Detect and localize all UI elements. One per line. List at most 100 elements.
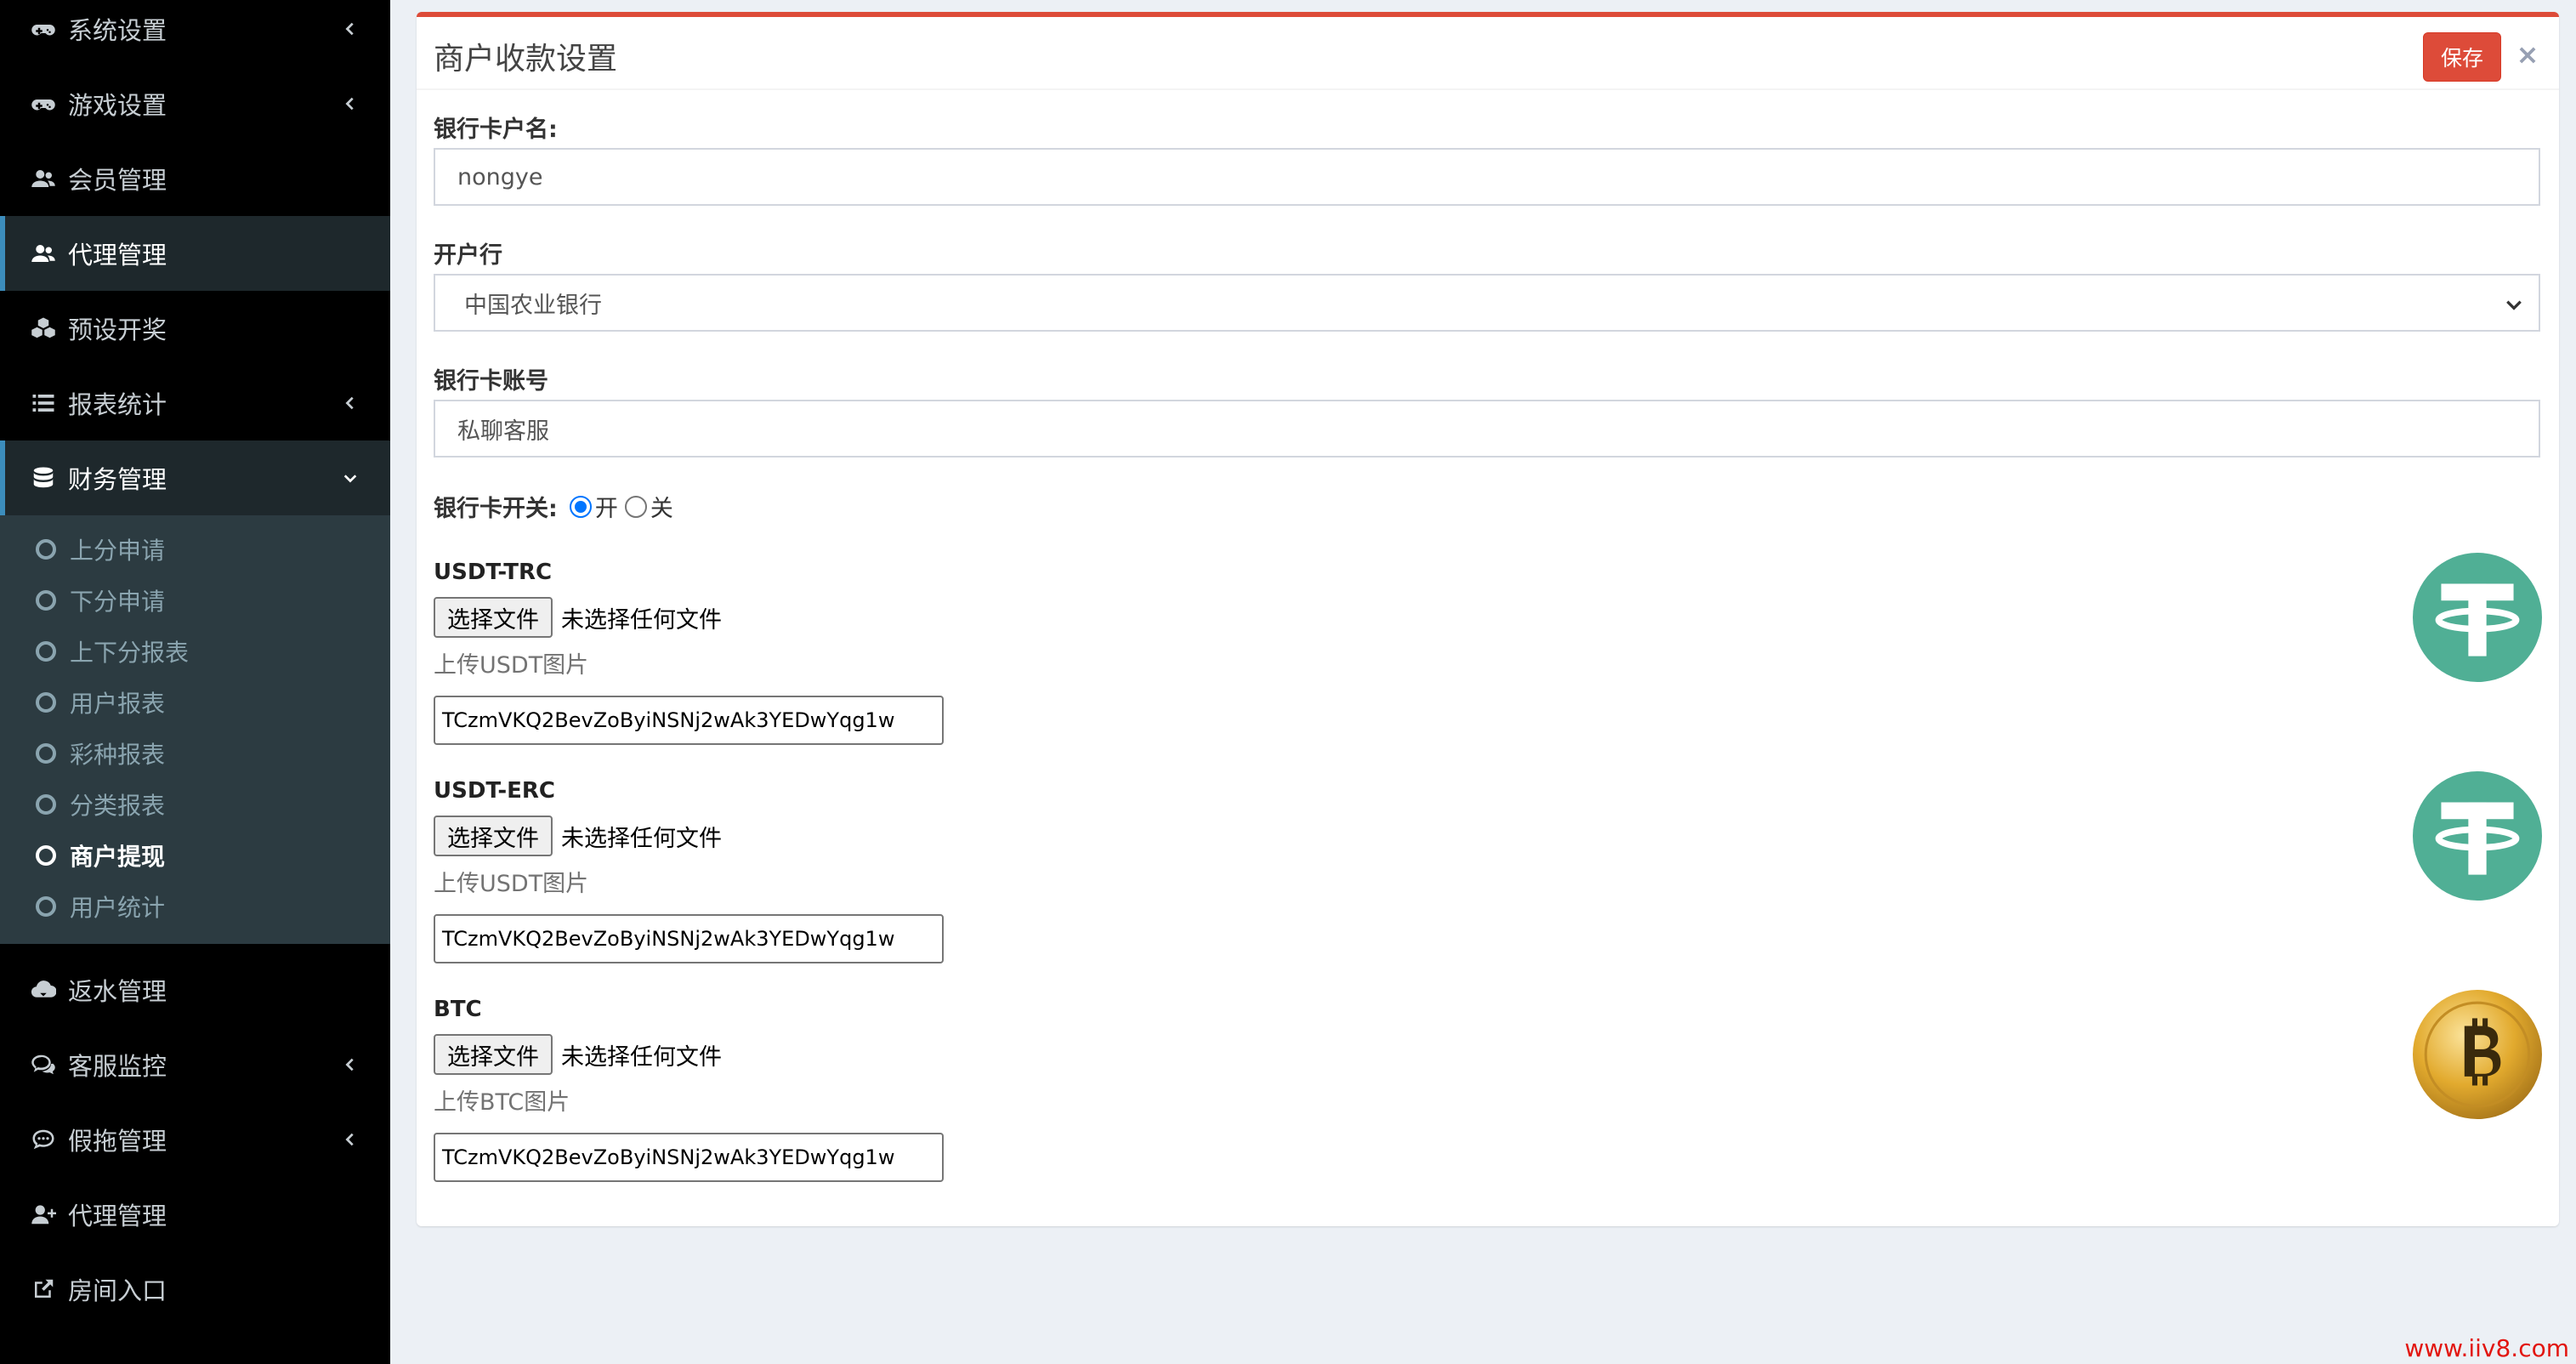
- chevron-left-icon: [341, 94, 360, 113]
- submenu-item-user-report[interactable]: 用户报表: [5, 677, 390, 728]
- submenu-item-credit-debit-report[interactable]: 上下分报表: [5, 626, 390, 677]
- submenu-label: 彩种报表: [70, 741, 166, 769]
- circle-icon: [36, 539, 56, 560]
- usdt-trc-file-row: 选择文件 未选择任何文件: [434, 597, 722, 638]
- usdt-erc-file-button[interactable]: 选择文件: [434, 816, 553, 856]
- usdt-trc-file-status: 未选择任何文件: [561, 606, 722, 634]
- sidebar-item-label: 代理管理: [68, 1202, 167, 1230]
- submenu-item-category-report[interactable]: 分类报表: [5, 779, 390, 830]
- bank-select-value: 中国农业银行: [464, 292, 602, 319]
- card-number-input[interactable]: 私聊客服: [434, 400, 2540, 458]
- btc-help: 上传BTC图片: [434, 1089, 570, 1116]
- submenu-label: 用户统计: [70, 894, 166, 922]
- finance-submenu: 上分申请 下分申请 上下分报表 用户报表 彩种报表 分类报表 商户提现 用户统计: [0, 515, 390, 944]
- switch-on-radio[interactable]: [569, 495, 592, 518]
- circle-icon: [36, 641, 56, 662]
- usdt-erc-file-row: 选择文件 未选择任何文件: [434, 816, 722, 856]
- usdt-erc-file-status: 未选择任何文件: [561, 825, 722, 852]
- sidebar-item-member-management[interactable]: 会员管理: [0, 141, 390, 216]
- merchant-payment-settings-box: 商户收款设置 保存 × 银行卡户名: nongye 开户行 中国农业银行 银行卡…: [417, 12, 2559, 1226]
- btc-address-input[interactable]: TCzmVKQ2BevZoByiNSNj2wAk3YEDwYqg1w: [434, 1133, 944, 1182]
- sidebar-item-service-monitor[interactable]: 客服监控: [0, 1027, 390, 1102]
- submenu-label: 上下分报表: [70, 639, 190, 667]
- sidebar-item-agent-management-2[interactable]: 代理管理: [0, 1177, 390, 1252]
- account-name-input[interactable]: nongye: [434, 148, 2540, 206]
- usdt-trc-help: 上传USDT图片: [434, 652, 589, 679]
- sidebar-item-label: 返水管理: [68, 977, 167, 1006]
- card-switch-label: 银行卡开关:: [434, 496, 558, 522]
- page-title: 商户收款设置: [434, 42, 618, 77]
- sidebar-item-agent-management[interactable]: 代理管理: [0, 216, 390, 291]
- submenu-label: 分类报表: [70, 792, 166, 820]
- submenu-item-debit-request[interactable]: 下分申请: [5, 575, 390, 626]
- sidebar-item-label: 预设开奖: [68, 315, 167, 344]
- user-plus-icon: [29, 1200, 58, 1229]
- sidebar-item-fake-user-management[interactable]: 假拖管理: [0, 1102, 390, 1177]
- bank-select[interactable]: 中国农业银行: [434, 274, 2540, 332]
- usdt-erc-address-input[interactable]: TCzmVKQ2BevZoByiNSNj2wAk3YEDwYqg1w: [434, 914, 944, 963]
- sidebar: 系统设置 游戏设置 会员管理 代理管理 预设开奖 报表统计 财务管理 上分申请 …: [0, 0, 390, 1364]
- submenu-label: 用户报表: [70, 690, 166, 718]
- close-icon[interactable]: ×: [2515, 37, 2540, 71]
- usdt-trc-address-input[interactable]: TCzmVKQ2BevZoByiNSNj2wAk3YEDwYqg1w: [434, 696, 944, 745]
- account-name-label: 银行卡户名:: [434, 117, 558, 143]
- bitcoin-icon: [2413, 990, 2542, 1119]
- cloud-download-icon: [29, 975, 58, 1004]
- btc-file-button[interactable]: 选择文件: [434, 1034, 553, 1075]
- chevron-left-icon: [341, 1055, 360, 1074]
- comment-dots-icon: [29, 1125, 58, 1154]
- list-icon: [29, 389, 58, 418]
- box-header: 商户收款设置 保存 ×: [417, 17, 2559, 90]
- sidebar-item-system-settings[interactable]: 系统设置: [0, 0, 390, 66]
- sidebar-item-label: 游戏设置: [68, 91, 167, 120]
- chevron-left-icon: [341, 394, 360, 412]
- submenu-label: 商户提现: [70, 843, 166, 871]
- save-button[interactable]: 保存: [2423, 32, 2501, 82]
- comments-icon: [29, 1050, 58, 1079]
- submenu-item-merchant-withdraw[interactable]: 商户提现: [5, 830, 390, 881]
- chevron-left-icon: [341, 1130, 360, 1149]
- submenu-label: 上分申请: [70, 537, 166, 565]
- submenu-label: 下分申请: [70, 588, 166, 616]
- sidebar-item-game-settings[interactable]: 游戏设置: [0, 66, 390, 141]
- btc-file-row: 选择文件 未选择任何文件: [434, 1034, 722, 1075]
- switch-off-radio[interactable]: [624, 495, 647, 518]
- usdt-trc-label: USDT-TRC: [434, 560, 553, 585]
- circle-icon: [36, 794, 56, 815]
- switch-on-label: 开: [594, 496, 618, 522]
- database-icon: [29, 463, 58, 492]
- gamepad-icon: [29, 14, 58, 43]
- gamepad-icon: [29, 89, 58, 118]
- sidebar-item-report-stats[interactable]: 报表统计: [0, 366, 390, 440]
- submenu-item-credit-request[interactable]: 上分申请: [5, 524, 390, 575]
- sidebar-item-room-entry[interactable]: 房间入口: [0, 1252, 390, 1327]
- sidebar-item-preset-draw[interactable]: 预设开奖: [0, 291, 390, 366]
- sidebar-item-label: 会员管理: [68, 166, 167, 195]
- btc-file-status: 未选择任何文件: [561, 1043, 722, 1071]
- cubes-icon: [29, 314, 58, 343]
- circle-icon: [36, 743, 56, 764]
- usdt-erc-label: USDT-ERC: [434, 778, 555, 804]
- sidebar-item-label: 代理管理: [68, 241, 167, 270]
- sidebar-item-label: 财务管理: [68, 465, 167, 494]
- circle-icon: [36, 896, 56, 917]
- tether-icon: [2413, 553, 2542, 682]
- submenu-item-user-stats[interactable]: 用户统计: [5, 881, 390, 932]
- card-number-label: 银行卡账号: [434, 368, 548, 395]
- chevron-down-icon: [341, 469, 360, 487]
- users-icon: [29, 164, 58, 193]
- card-switch-row: 银行卡开关: 开 关: [434, 490, 675, 523]
- submenu-item-lottery-report[interactable]: 彩种报表: [5, 728, 390, 779]
- sidebar-item-label: 客服监控: [68, 1052, 167, 1081]
- switch-off-label: 关: [650, 496, 673, 522]
- circle-icon: [36, 845, 56, 866]
- users-icon: [29, 239, 58, 268]
- sidebar-item-label: 系统设置: [68, 16, 167, 45]
- circle-icon: [36, 692, 56, 713]
- sidebar-item-finance-management[interactable]: 财务管理: [0, 440, 390, 515]
- usdt-trc-file-button[interactable]: 选择文件: [434, 597, 553, 638]
- sidebar-item-rebate-management[interactable]: 返水管理: [0, 952, 390, 1027]
- circle-icon: [36, 590, 56, 611]
- chevron-down-icon: [2505, 293, 2523, 312]
- btc-label: BTC: [434, 997, 482, 1022]
